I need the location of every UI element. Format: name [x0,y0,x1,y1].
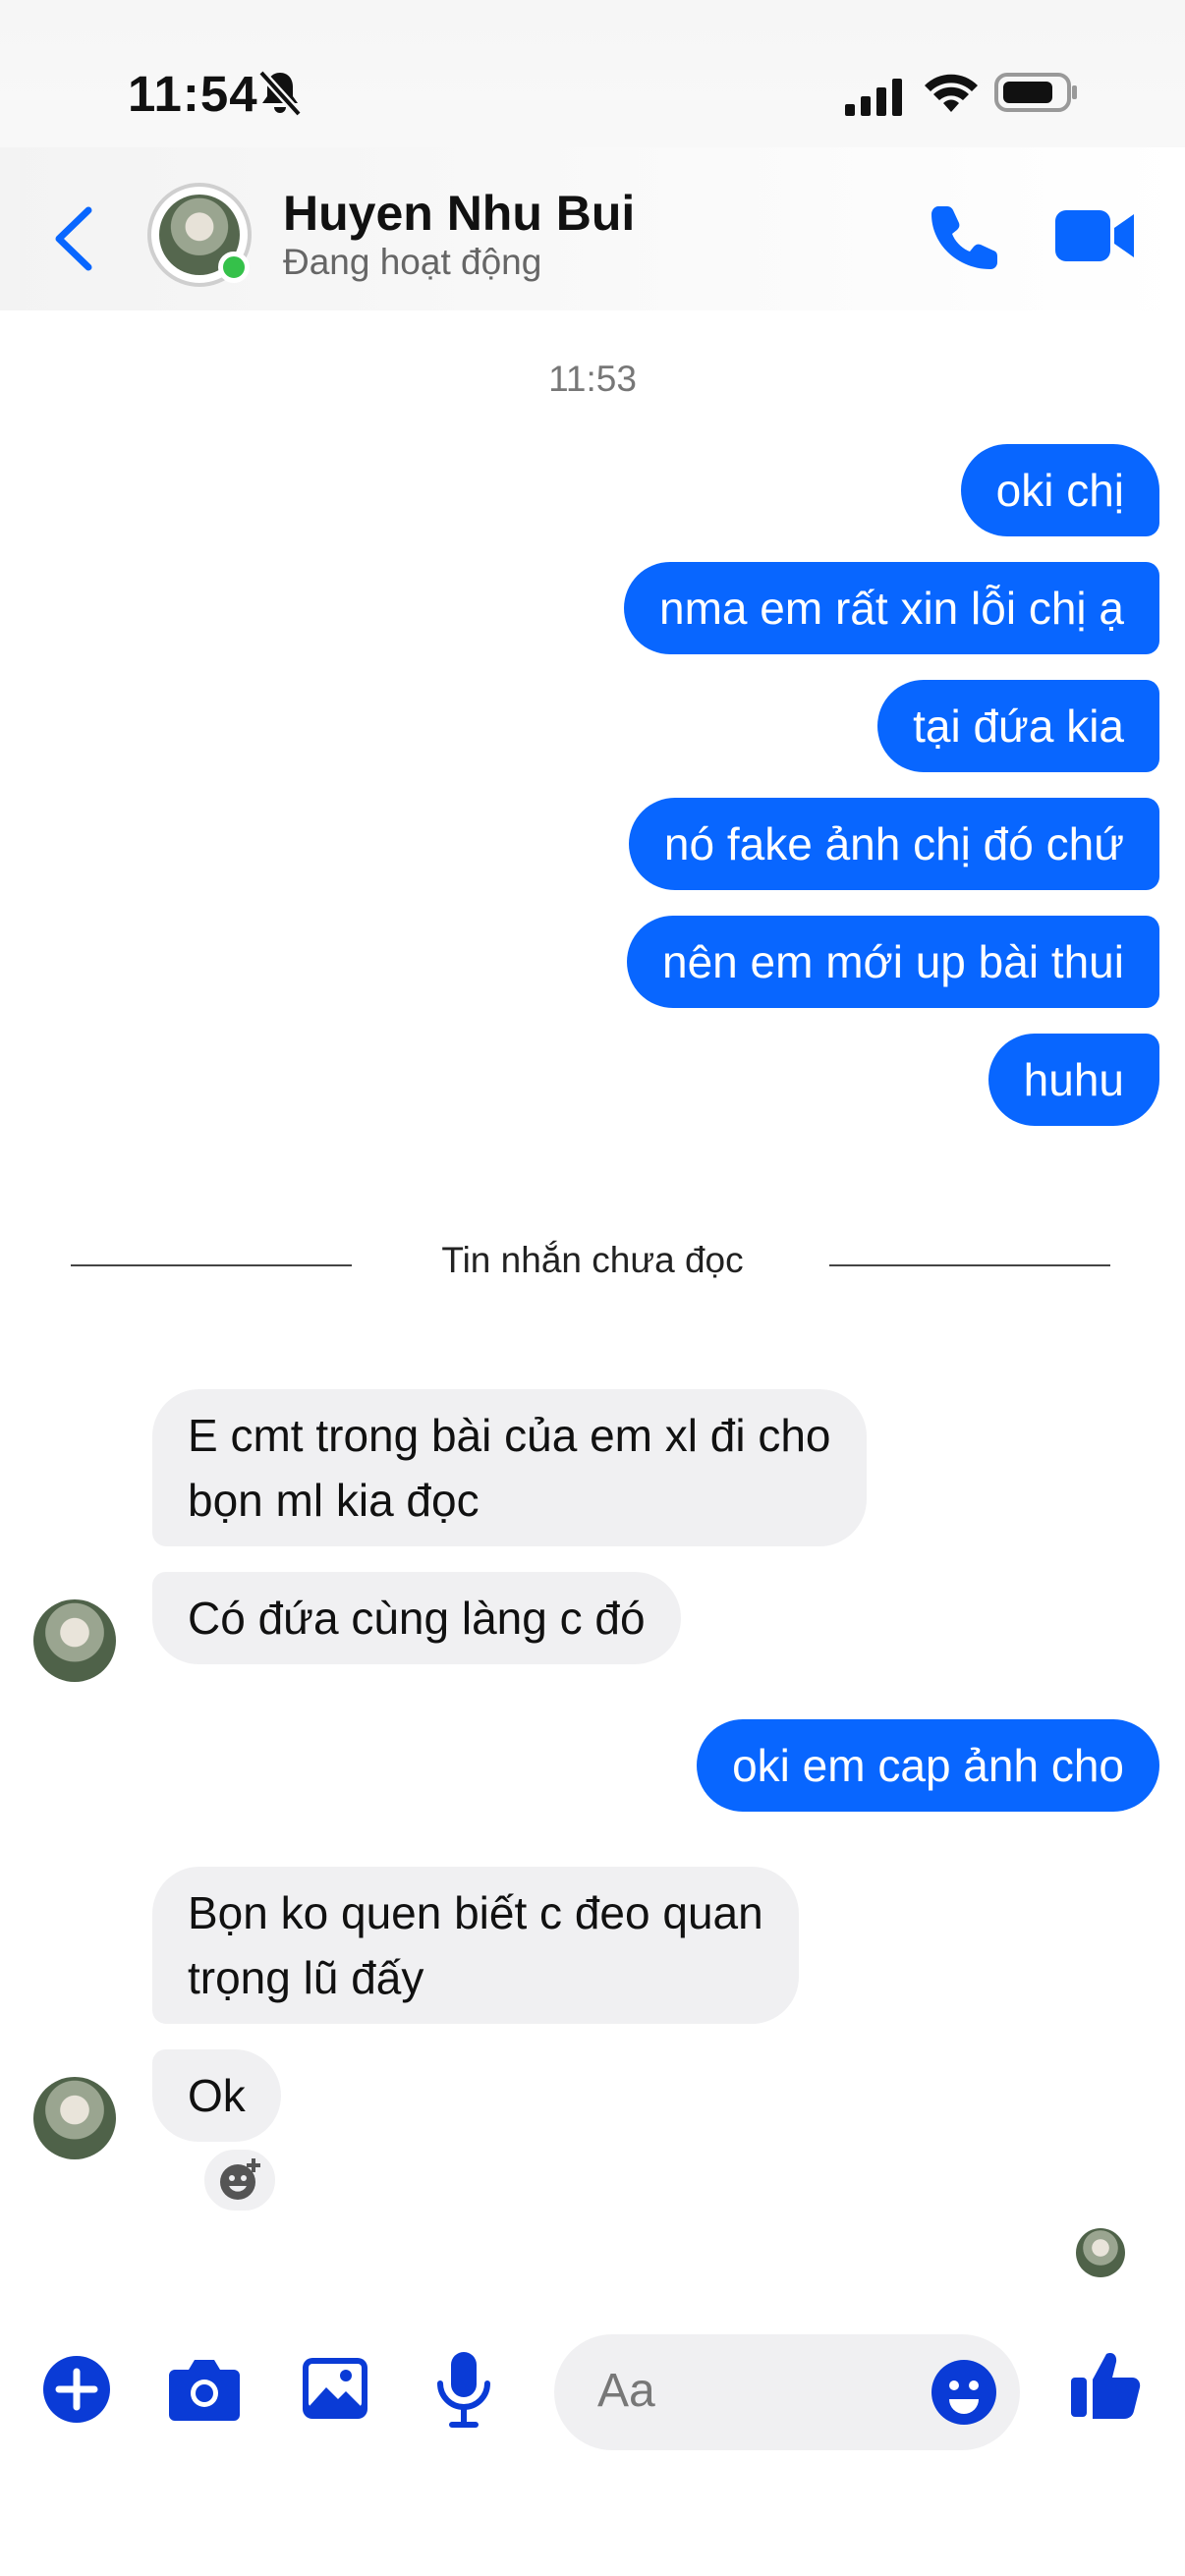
silent-bell-icon [257,69,303,118]
thumbs-up-icon[interactable] [1069,2346,1144,2421]
video-call-icon[interactable] [1053,206,1138,265]
incoming-message[interactable]: Bọn ko quen biết c đeo quan trọng lũ đấy [152,1867,799,2024]
message-line: Bọn ko quen biết c đeo quan [188,1887,763,1938]
seen-avatar [1076,2228,1125,2277]
status-time: 11:54 [128,66,258,122]
add-reaction-button[interactable] [200,2146,279,2214]
incoming-message[interactable]: Có đứa cùng làng c đó [152,1572,681,1664]
outgoing-message[interactable]: huhu [988,1034,1159,1126]
message-input-placeholder: Aa [597,2365,655,2417]
image-icon[interactable] [301,2356,369,2421]
camera-icon[interactable] [167,2356,242,2423]
cellular-signal-icon [845,79,902,116]
sender-avatar[interactable] [33,2077,116,2159]
battery-icon [994,73,1077,112]
outgoing-message[interactable]: nó fake ảnh chị đó chứ [628,798,1159,890]
microphone-icon[interactable] [434,2350,493,2429]
plus-icon[interactable] [41,2354,112,2425]
unread-divider-label: Tin nhắn chưa đọc [441,1240,744,1280]
phone-call-icon[interactable] [930,202,998,271]
wifi-icon [925,74,978,112]
sender-avatar[interactable] [33,1599,116,1682]
outgoing-message[interactable]: oki chị [960,444,1159,536]
outgoing-message[interactable]: oki em cap ảnh cho [697,1719,1159,1812]
presence-status: Đang hoạt động [283,242,542,282]
incoming-message[interactable]: E cmt trong bài của em xl đi cho bọn ml … [152,1389,867,1546]
emoji-icon[interactable] [930,2358,998,2427]
outgoing-message[interactable]: tại đứa kia [877,680,1159,772]
message-line: E cmt trong bài của em xl đi cho [188,1410,831,1461]
online-indicator [218,252,250,283]
outgoing-message[interactable]: nma em rất xin lỗi chị ạ [624,562,1159,654]
divider-line-right [829,1264,1110,1266]
message-timestamp: 11:53 [548,359,637,399]
message-line: trọng lũ đấy [188,1952,424,2003]
contact-name[interactable]: Huyen Nhu Bui [283,185,635,242]
message-line: bọn ml kia đọc [188,1475,480,1526]
outgoing-message[interactable]: nên em mới up bài thui [627,916,1159,1008]
back-chevron-icon[interactable] [51,204,96,273]
incoming-message[interactable]: Ok [152,2049,281,2142]
add-reaction-icon [220,2158,260,2200]
